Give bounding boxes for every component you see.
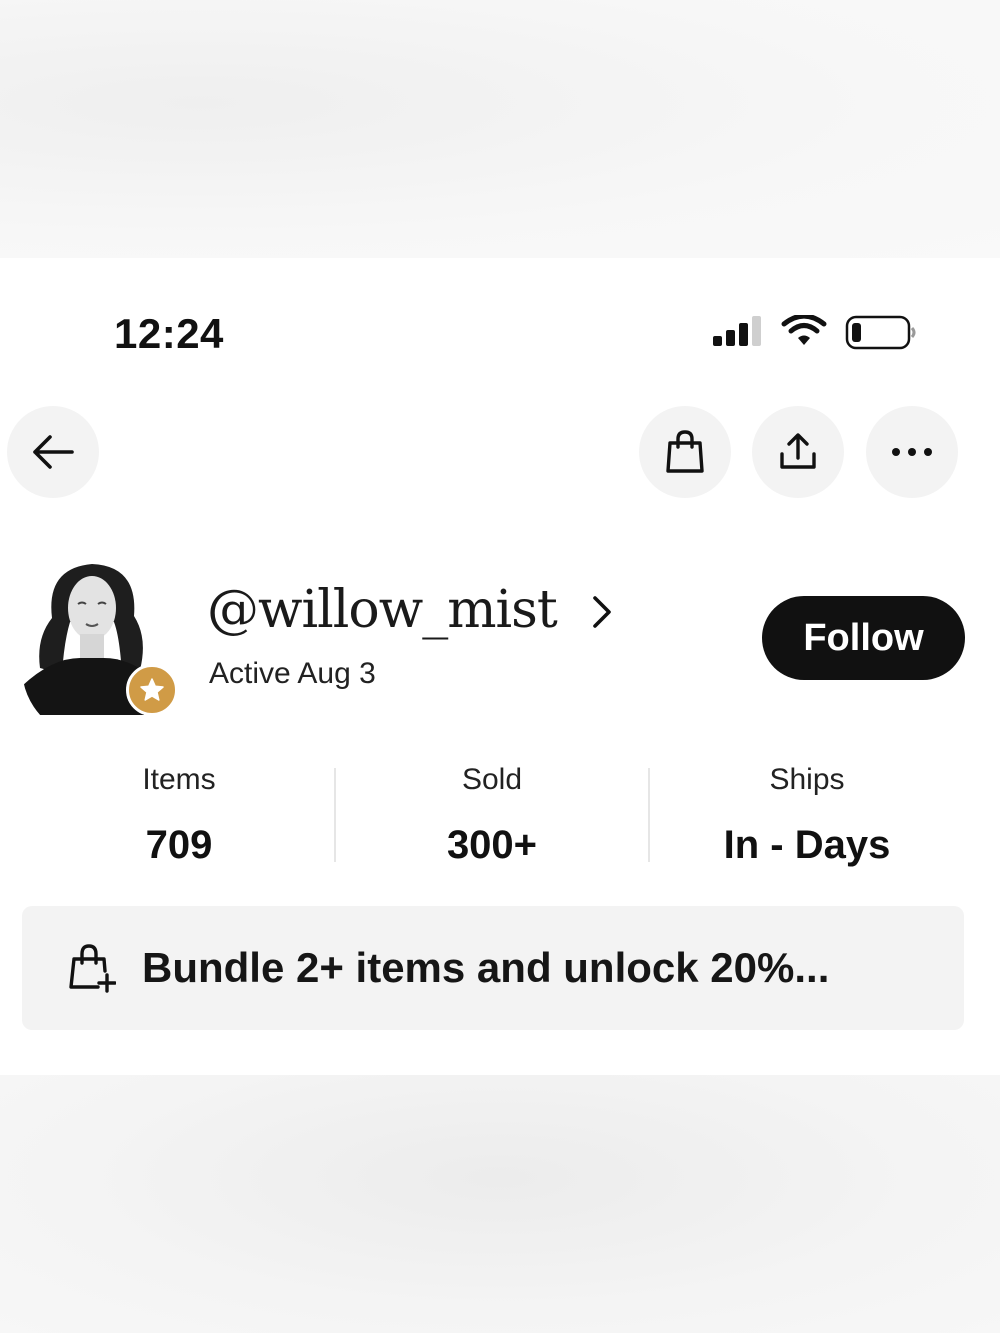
username-link[interactable]: @willow_mist — [207, 580, 613, 640]
stat-value: 300+ — [446, 823, 538, 867]
shopping-bag-icon — [666, 430, 704, 473]
stat-value: In - Days — [723, 823, 891, 867]
stat-label: Ships — [769, 763, 845, 796]
follow-button[interactable]: Follow — [762, 596, 965, 680]
arrow-left-icon — [33, 435, 74, 469]
stat-value: 709 — [145, 823, 213, 867]
signal-icon — [713, 316, 761, 346]
stat-sold: Sold 300+ — [342, 763, 642, 868]
share-icon — [780, 433, 816, 469]
more-horizontal-icon — [892, 448, 932, 456]
star-icon — [140, 678, 164, 701]
bundle-offer-banner[interactable]: Bundle 2+ items and unlock 20%... — [22, 906, 964, 1030]
divider — [334, 768, 336, 862]
phone-screen: 12:24 @willow_mist Active Aug 3 Follow I… — [0, 258, 1000, 1075]
more-options-button[interactable] — [866, 406, 958, 498]
stat-ships: Ships In - Days — [657, 763, 957, 868]
wifi-icon — [781, 315, 827, 345]
status-time: 12:24 — [114, 310, 224, 357]
chevron-right-icon — [592, 596, 611, 628]
stat-label: Items — [142, 763, 216, 796]
bundle-offer-text: Bundle 2+ items and unlock 20%... — [142, 944, 830, 991]
bag-plus-icon — [69, 944, 116, 993]
last-active-text: Active Aug 3 — [209, 657, 376, 690]
stat-label: Sold — [461, 763, 523, 796]
divider — [648, 768, 650, 862]
battery-icon — [845, 315, 916, 350]
share-button[interactable] — [752, 406, 844, 498]
back-button[interactable] — [7, 406, 99, 498]
cart-button[interactable] — [639, 406, 731, 498]
background-bottom — [0, 1075, 1000, 1333]
stat-items: Items 709 — [29, 763, 329, 868]
star-seller-badge — [126, 664, 178, 716]
username: @willow_mist — [207, 580, 558, 640]
background-top — [0, 0, 1000, 258]
